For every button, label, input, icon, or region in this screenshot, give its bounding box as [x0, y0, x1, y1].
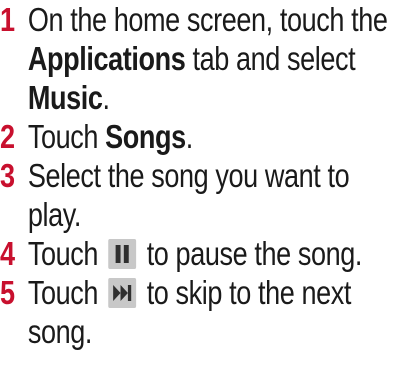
instruction-steps: 1 On the home screen, touch the Applicat… — [0, 0, 405, 351]
songs-label: Songs — [105, 118, 186, 155]
step-number: 1 — [0, 1, 15, 38]
step-3: 3 Select the song you want to play. — [0, 156, 405, 234]
step-text: Touch — [27, 118, 99, 155]
step-punctuation: . — [102, 79, 111, 116]
step-2: 2 Touch Songs. — [0, 117, 405, 156]
music-label: Music — [27, 79, 103, 116]
step-text: play. — [27, 196, 82, 233]
step-number: 3 — [0, 157, 15, 194]
step-4: 4 Touch to pause the song. — [0, 234, 405, 273]
step-text: Touch — [27, 235, 99, 272]
step-text: to skip to the next — [146, 274, 352, 311]
step-1: 1 On the home screen, touch the Applicat… — [0, 0, 405, 117]
step-number: 4 — [0, 235, 15, 272]
step-text: to pause the song. — [146, 235, 363, 272]
skip-next-icon — [108, 278, 137, 308]
step-text: tab and select — [192, 40, 356, 77]
pause-icon — [108, 239, 137, 269]
step-punctuation: . — [185, 118, 194, 155]
step-text: On the home screen, touch the — [27, 1, 388, 38]
step-text: Touch — [27, 274, 99, 311]
step-number: 5 — [0, 274, 15, 311]
step-text: song. — [27, 313, 93, 350]
step-text: Select the song you want to — [27, 157, 350, 194]
step-number: 2 — [0, 118, 15, 155]
step-5: 5 Touch to skip to the next song. — [0, 273, 405, 351]
applications-tab-label: Applications — [27, 40, 186, 77]
